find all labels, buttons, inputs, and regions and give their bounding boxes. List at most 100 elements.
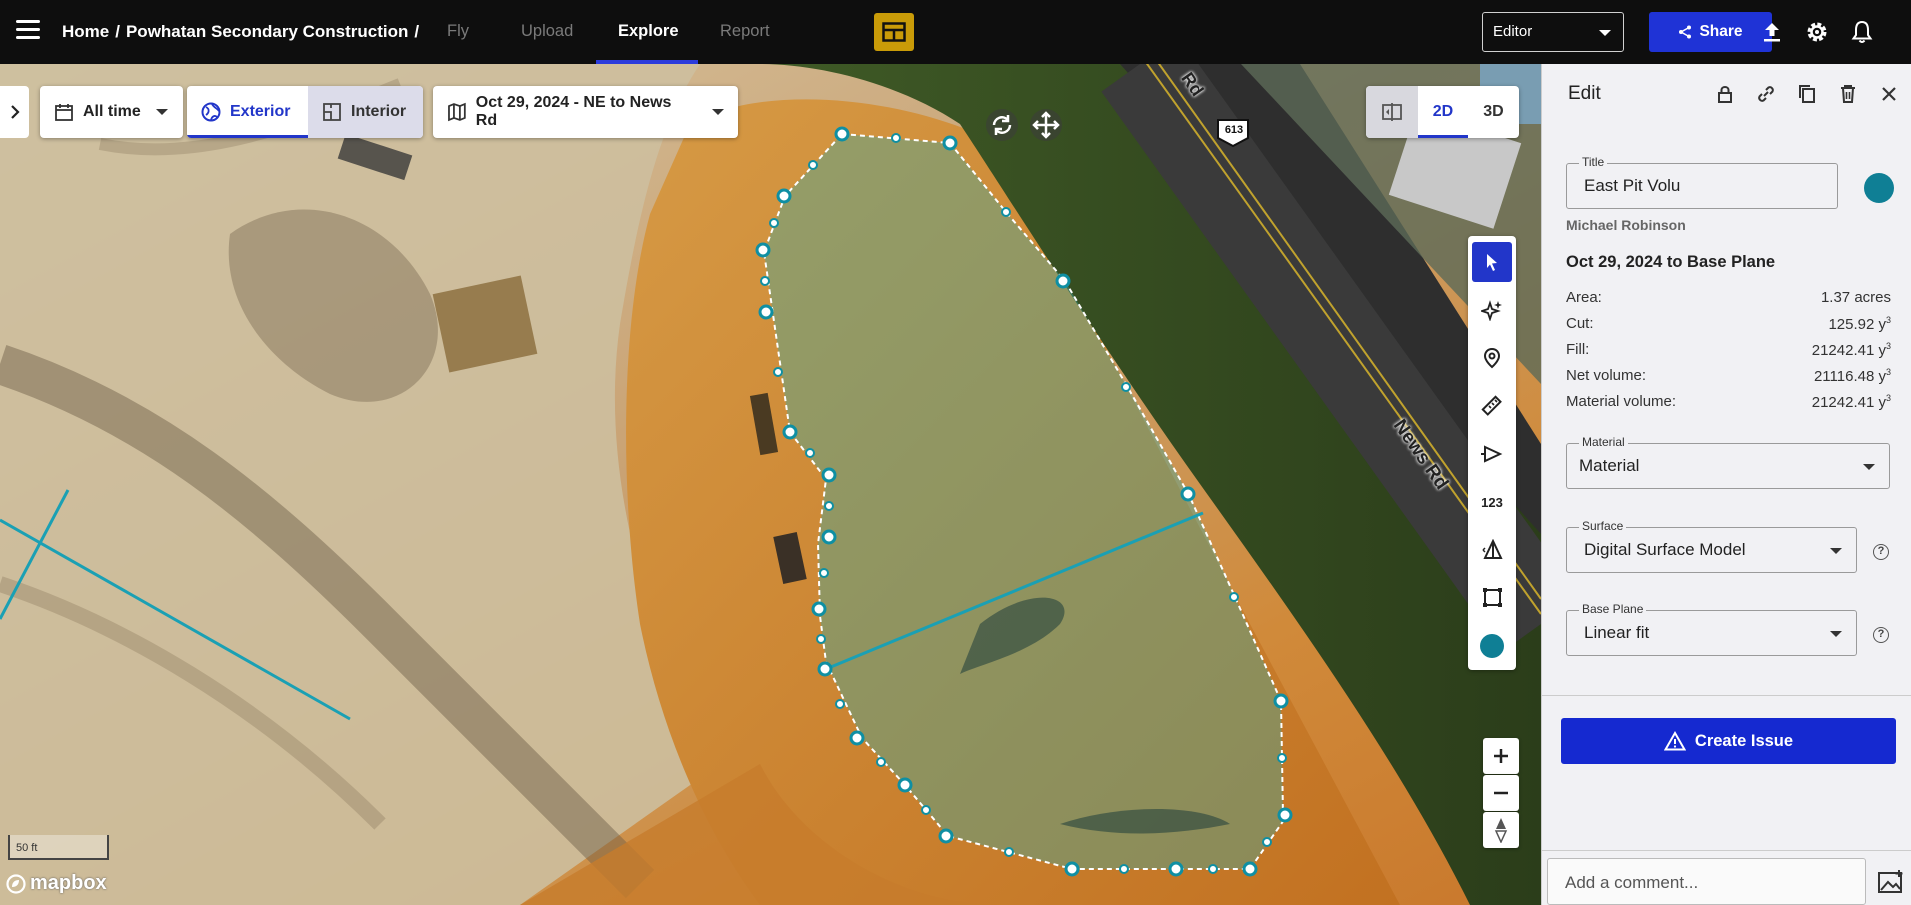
stat-cut: Cut: 125.92 y3 bbox=[1566, 315, 1891, 333]
chevron-right-icon bbox=[10, 105, 20, 119]
ruler-icon bbox=[1481, 395, 1502, 416]
count-tool-button[interactable]: 123 bbox=[1472, 482, 1512, 522]
author-name: Michael Robinson bbox=[1566, 217, 1686, 233]
time-filter-select[interactable]: All time bbox=[40, 86, 183, 138]
surface-value: Digital Surface Model bbox=[1584, 540, 1746, 559]
color-swatch-icon bbox=[1480, 634, 1504, 658]
title-field[interactable]: Title East Pit Volu bbox=[1566, 155, 1838, 209]
map-canvas[interactable]: 613 News Rd Rd All time Exterior Interio… bbox=[0, 64, 1541, 905]
expand-sidebar-button[interactable] bbox=[0, 86, 29, 138]
comparison-title: Oct 29, 2024 to Base Plane bbox=[1566, 253, 1776, 271]
reset-north-button[interactable] bbox=[1483, 812, 1519, 848]
zoom-out-button[interactable] bbox=[1483, 775, 1519, 811]
close-icon[interactable] bbox=[1876, 81, 1902, 107]
stat-label: Cut: bbox=[1566, 315, 1594, 332]
minus-icon bbox=[1494, 791, 1508, 795]
time-filter[interactable]: All time bbox=[40, 86, 182, 138]
lock-icon[interactable] bbox=[1712, 81, 1738, 107]
duplicate-icon[interactable] bbox=[1794, 81, 1820, 107]
chevron-down-icon bbox=[155, 109, 168, 115]
route-shield-label: 613 bbox=[1224, 124, 1244, 136]
attach-image-button[interactable] bbox=[1877, 869, 1905, 895]
drawing-toolbar: 123 bbox=[1468, 236, 1516, 670]
rotate-icon[interactable] bbox=[983, 106, 1021, 144]
exterior-button[interactable]: Exterior bbox=[187, 86, 308, 138]
trash-icon[interactable] bbox=[1835, 81, 1861, 107]
sparkle-icon bbox=[1481, 300, 1502, 321]
material-select[interactable]: Material Material bbox=[1566, 435, 1890, 489]
stat-value: 1.37 acres bbox=[1820, 289, 1891, 306]
base-plane-select[interactable]: Base Plane Linear fit bbox=[1566, 602, 1857, 656]
notifications-icon[interactable] bbox=[1848, 18, 1876, 46]
upload-icon[interactable] bbox=[1758, 18, 1786, 46]
layout-toggle-button[interactable] bbox=[874, 13, 914, 51]
select-tool-button[interactable] bbox=[1472, 242, 1512, 282]
stat-value: 21116.48 y bbox=[1813, 368, 1886, 385]
tab-upload[interactable]: Upload bbox=[521, 22, 573, 41]
material-value: Material bbox=[1579, 456, 1640, 475]
breadcrumb-home[interactable]: Home bbox=[62, 22, 109, 41]
tab-report[interactable]: Report bbox=[720, 22, 770, 41]
color-picker-button[interactable] bbox=[1864, 173, 1894, 203]
zoom-in-button[interactable] bbox=[1483, 738, 1519, 774]
surface-help-icon[interactable]: ? bbox=[1873, 544, 1889, 560]
area-tool-button[interactable] bbox=[1472, 578, 1512, 618]
elevation-tool-button[interactable] bbox=[1472, 530, 1512, 570]
chevron-down-icon bbox=[1863, 464, 1875, 470]
pan-icon[interactable] bbox=[1027, 106, 1065, 144]
share-button[interactable]: Share bbox=[1649, 12, 1772, 52]
stat-value: 21242.41 y bbox=[1811, 394, 1886, 411]
stat-value: 21242.41 y bbox=[1811, 342, 1886, 359]
mapbox-logo-icon bbox=[6, 873, 26, 894]
map-scale: 50 ft bbox=[8, 835, 109, 860]
chevron-down-icon bbox=[712, 109, 724, 115]
role-select[interactable]: Editor bbox=[1482, 12, 1624, 52]
edit-panel: Edit Title East Pit Volu Michael Robinso… bbox=[1541, 64, 1911, 905]
area-select-icon bbox=[1483, 588, 1502, 607]
material-label: Material bbox=[1579, 435, 1628, 449]
dataset-select[interactable]: Oct 29, 2024 - NE to News Rd bbox=[433, 86, 738, 138]
layer-color-button[interactable] bbox=[1472, 626, 1512, 666]
polygon-icon bbox=[1481, 445, 1503, 463]
stat-net-volume: Net volume: 21116.48 y3 bbox=[1566, 367, 1891, 385]
cubic-superscript: 3 bbox=[1885, 393, 1891, 403]
mapbox-attribution[interactable]: mapbox bbox=[6, 872, 107, 895]
split-view-button[interactable] bbox=[1366, 86, 1418, 138]
tab-explore[interactable]: Explore bbox=[618, 22, 679, 41]
interior-button[interactable]: Interior bbox=[308, 86, 423, 138]
dataset-select-inner[interactable]: Oct 29, 2024 - NE to News Rd bbox=[433, 86, 738, 138]
layout-icon bbox=[882, 22, 906, 42]
plus-icon bbox=[1494, 749, 1508, 763]
dimension-toggle: 2D 3D bbox=[1366, 86, 1519, 138]
settings-icon[interactable] bbox=[1803, 18, 1831, 46]
create-issue-button[interactable]: Create Issue bbox=[1561, 718, 1896, 764]
calendar-icon bbox=[55, 104, 73, 121]
warning-icon bbox=[1663, 731, 1686, 751]
tab-fly[interactable]: Fly bbox=[447, 22, 469, 41]
location-pin-icon bbox=[1483, 347, 1501, 369]
ai-detect-tool-button[interactable] bbox=[1472, 290, 1512, 330]
base-plane-help-icon[interactable]: ? bbox=[1873, 627, 1889, 643]
interior-label: Interior bbox=[351, 103, 407, 120]
distance-tool-button[interactable] bbox=[1472, 386, 1512, 426]
polygon-tool-button[interactable] bbox=[1472, 434, 1512, 474]
stat-label: Area: bbox=[1566, 289, 1602, 306]
2d-button[interactable]: 2D bbox=[1418, 86, 1468, 138]
floorplan-icon bbox=[323, 103, 341, 121]
cursor-icon bbox=[1487, 254, 1497, 271]
exterior-label: Exterior bbox=[230, 103, 291, 120]
surface-select[interactable]: Surface Digital Surface Model bbox=[1566, 519, 1857, 573]
breadcrumb: Home / Powhatan Secondary Construction / bbox=[62, 22, 425, 42]
marker-tool-button[interactable] bbox=[1472, 338, 1512, 378]
cubic-superscript: 3 bbox=[1885, 341, 1891, 351]
menu-icon[interactable] bbox=[16, 20, 40, 42]
stat-value: 125.92 y bbox=[1828, 316, 1886, 333]
breadcrumb-project[interactable]: Powhatan Secondary Construction bbox=[126, 22, 408, 41]
aerial-imagery bbox=[0, 64, 1541, 905]
panel-header: Edit bbox=[1542, 64, 1911, 124]
top-navigation-bar: Home / Powhatan Secondary Construction / Fl… bbox=[0, 0, 1911, 64]
stat-area: Area: 1.37 acres bbox=[1566, 289, 1891, 306]
comment-input[interactable]: Add a comment... bbox=[1547, 858, 1866, 905]
3d-button[interactable]: 3D bbox=[1468, 86, 1519, 138]
link-icon[interactable] bbox=[1753, 81, 1779, 107]
